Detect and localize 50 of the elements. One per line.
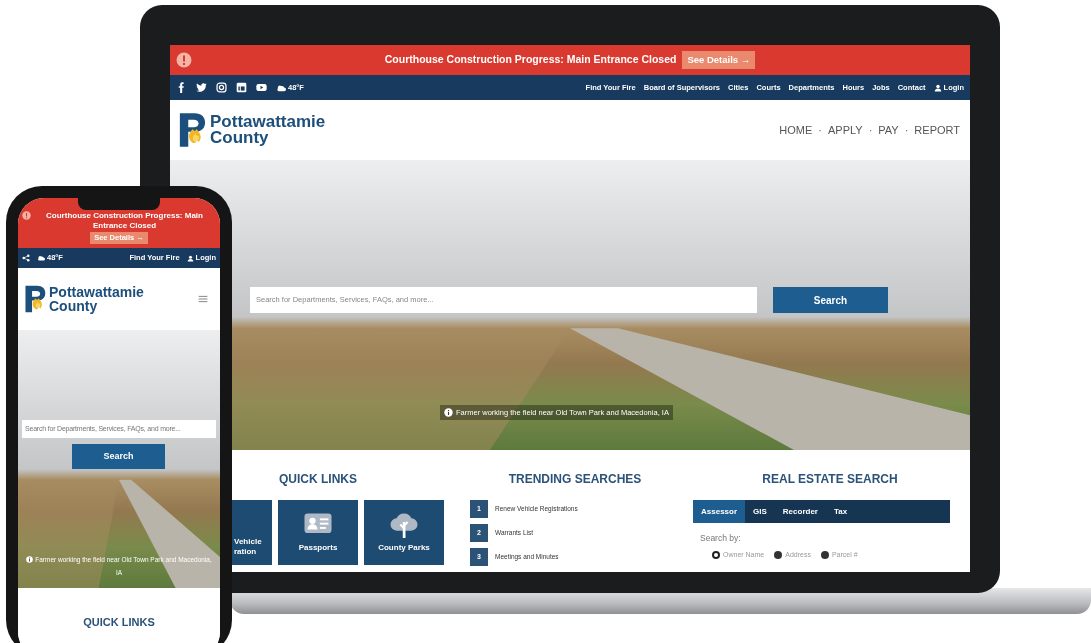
instagram-icon[interactable] [216,82,227,93]
radio-button[interactable] [774,551,783,559]
alert-text: Courthouse Construction Progress: Main Entrance Closed [384,52,677,68]
cloud-tree-icon [389,511,419,538]
person-icon [186,254,194,262]
search-button[interactable]: Search [72,444,165,469]
radio-button[interactable] [712,551,720,559]
linkedin-icon[interactable] [236,82,247,93]
person-icon [933,83,942,92]
main-nav-link[interactable]: APPLY [827,121,863,139]
search-by-label: Search by: [700,532,741,545]
logo-icon[interactable] [24,284,46,314]
facebook-icon[interactable] [176,82,187,93]
logo-text: County [210,130,270,146]
tab[interactable]: Assessor [693,500,746,523]
quick-link-tile[interactable]: County Parks [364,500,444,565]
tile-label: Passports [298,542,338,554]
alert-text: Courthouse Construction Progress: Main Entrance Closed [45,211,204,231]
info-icon [26,556,34,563]
logo-icon[interactable] [178,111,206,149]
cloud-icon [37,254,45,262]
tab[interactable]: Tax [825,500,856,523]
search-button[interactable]: Search [773,287,888,313]
youtube-icon[interactable] [256,82,267,93]
main-nav-link[interactable]: PAY [878,121,899,139]
logo-text: County [49,299,99,313]
section-heading: QUICK LINKS [83,615,155,630]
menu-icon[interactable] [198,294,208,304]
nav-separator: · [818,122,822,138]
quick-link-tile[interactable]: Passports [278,500,358,565]
section-heading: QUICK LINKS [278,471,358,488]
section-heading: REAL ESTATE SEARCH [762,471,898,488]
logo-text: Pottawattamie [210,114,326,130]
section-heading: TRENDING SEARCHES [508,471,642,488]
nav-separator: · [904,122,909,138]
main-nav-link[interactable]: REPORT [914,121,960,139]
tile-label: County Parks [378,542,430,554]
alert-icon [22,211,31,220]
main-nav-link[interactable]: HOME [779,121,813,139]
info-icon [444,408,453,418]
logo-text: Pottawattamie [49,285,144,299]
twitter-icon[interactable] [196,82,207,93]
nav-separator: · [868,122,873,138]
share-icon[interactable] [22,254,30,262]
tab[interactable]: GIS [745,500,775,523]
tab[interactable]: Recorder [774,500,826,523]
radio-button[interactable] [820,551,829,559]
quick-link-tile[interactable]: Vehicle ration [232,500,272,565]
tile-label: Vehicle ration [234,537,263,557]
alert-icon [176,52,192,68]
